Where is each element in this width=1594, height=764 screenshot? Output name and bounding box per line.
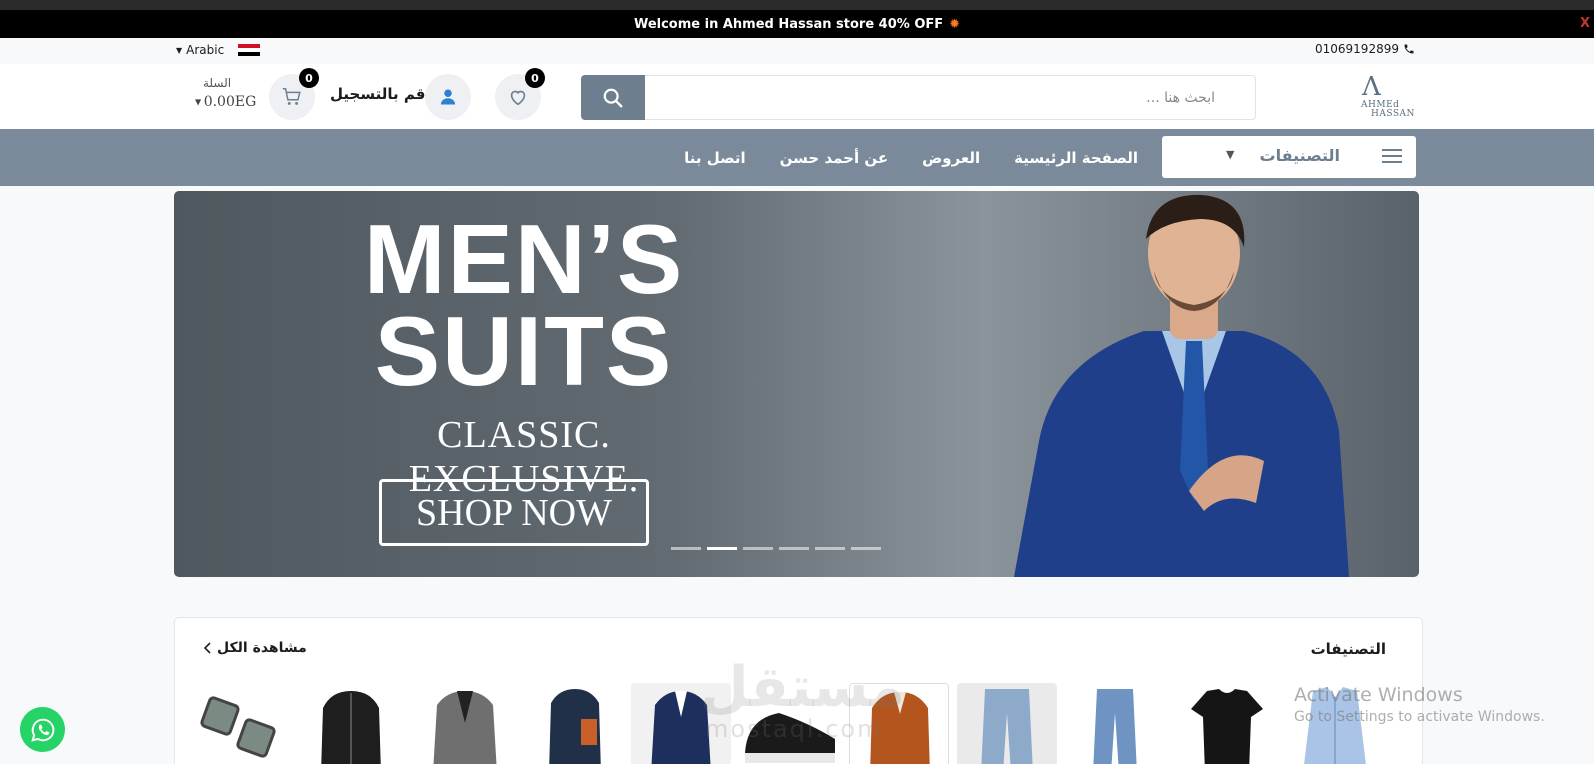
hero-title: MEN’S SUITS bbox=[354, 204, 694, 406]
hero-title-line1: MEN’S bbox=[363, 204, 685, 314]
search-bar bbox=[581, 75, 1256, 120]
language-selector[interactable]: ▼ Arabic bbox=[176, 43, 261, 57]
category-cufflinks[interactable] bbox=[195, 683, 295, 764]
blue-jeans-image bbox=[1093, 689, 1137, 764]
cufflinks-image bbox=[200, 696, 276, 758]
promo-banner: Welcome in Ahmed Hassan store 40% OFF ✹ … bbox=[0, 10, 1594, 38]
wishlist-count-badge: 0 bbox=[525, 68, 545, 88]
site-header: Ʌ AHMEd HASSAN 0 قم بالتسجيل 0 السلة ▼ 0… bbox=[0, 64, 1594, 129]
windows-activation-overlay: Activate Windows Go to Settings to activ… bbox=[1294, 684, 1545, 725]
cart-total-value: 0.00EG bbox=[203, 94, 257, 110]
nav-links: الصفحة الرئيسية العروض عن أحمد حسن اتصل … bbox=[684, 129, 1138, 186]
heart-icon bbox=[510, 90, 526, 106]
cart-count-badge: 0 bbox=[299, 68, 319, 88]
model-in-suit-image bbox=[1014, 194, 1349, 577]
nav-link-about[interactable]: عن أحمد حسن bbox=[780, 149, 888, 167]
promo-text: Welcome in Ahmed Hassan store 40% OFF bbox=[633, 16, 944, 32]
info-bar: ▼ Arabic 01069192899 bbox=[0, 38, 1594, 64]
nav-link-offers[interactable]: العروض bbox=[922, 149, 980, 167]
slide-dot[interactable] bbox=[815, 547, 845, 550]
search-button[interactable] bbox=[581, 75, 645, 120]
shop-now-button[interactable]: SHOP NOW bbox=[379, 479, 649, 546]
hero-title-line2: SUITS bbox=[374, 296, 674, 406]
hero-slider: MEN’S SUITS CLASSIC. EXCLUSIVE. SHOP NOW bbox=[174, 191, 1419, 577]
category-jackets[interactable] bbox=[301, 683, 401, 764]
main-navbar: التصنيفات ▼ الصفحة الرئيسية العروض عن أح… bbox=[0, 129, 1594, 186]
cart-icon bbox=[282, 88, 301, 105]
phone-contact[interactable]: 01069192899 bbox=[1315, 42, 1415, 56]
watermark-arabic: مستقل bbox=[700, 655, 905, 720]
categories-dropdown[interactable]: التصنيفات ▼ bbox=[1162, 136, 1416, 178]
promo-close-button[interactable]: X bbox=[1580, 16, 1590, 31]
grey-blazer-image bbox=[433, 691, 497, 764]
category-vests[interactable] bbox=[525, 683, 625, 764]
phone-icon bbox=[1404, 44, 1414, 54]
user-icon bbox=[440, 89, 456, 105]
category-blazers[interactable] bbox=[415, 683, 515, 764]
wishlist-button[interactable]: 0 bbox=[495, 68, 545, 120]
hamburger-icon bbox=[1382, 149, 1402, 163]
logo-line2: HASSAN bbox=[1371, 109, 1415, 119]
category-tshirts[interactable] bbox=[1177, 683, 1277, 764]
cart-label: السلة bbox=[203, 76, 232, 90]
watermark-latin: mostaql.com bbox=[705, 715, 883, 743]
search-input[interactable] bbox=[645, 75, 1256, 120]
ripped-jeans-image bbox=[981, 689, 1033, 764]
cart-total-dropdown[interactable]: ▼ 0.00EG bbox=[195, 94, 256, 110]
egypt-flag-icon bbox=[238, 43, 261, 57]
category-pants[interactable] bbox=[1065, 683, 1165, 764]
black-jacket-image bbox=[321, 691, 381, 764]
view-all-label: مشاهدة الكل bbox=[217, 640, 307, 656]
burst-icon: ✹ bbox=[949, 16, 961, 32]
account-button[interactable] bbox=[425, 74, 471, 120]
login-link[interactable]: قم بالتسجيل bbox=[330, 85, 425, 103]
logo-mark-icon: Ʌ bbox=[1362, 72, 1381, 102]
nav-link-contact[interactable]: اتصل بنا bbox=[684, 149, 746, 167]
slide-dot[interactable] bbox=[851, 547, 881, 550]
whatsapp-button[interactable] bbox=[20, 707, 65, 752]
slide-dot[interactable] bbox=[743, 547, 773, 550]
chevron-left-icon bbox=[203, 642, 211, 654]
slider-pagination bbox=[671, 547, 881, 550]
activation-title: Activate Windows bbox=[1294, 684, 1463, 706]
store-logo[interactable]: Ʌ AHMEd HASSAN bbox=[1356, 74, 1416, 122]
category-jeans[interactable] bbox=[957, 683, 1057, 764]
phone-number: 01069192899 bbox=[1315, 42, 1399, 56]
slide-dot[interactable] bbox=[779, 547, 809, 550]
caret-down-icon: ▼ bbox=[176, 45, 183, 55]
nav-link-home[interactable]: الصفحة الرئيسية bbox=[1014, 149, 1138, 167]
caret-down-icon: ▼ bbox=[1226, 148, 1235, 161]
cart-button[interactable]: 0 bbox=[269, 68, 319, 120]
view-all-link[interactable]: مشاهدة الكل bbox=[203, 640, 307, 656]
slide-dot[interactable] bbox=[671, 547, 701, 550]
browser-top-strip bbox=[0, 0, 1594, 10]
caret-down-icon: ▼ bbox=[195, 97, 204, 107]
whatsapp-icon bbox=[30, 718, 54, 742]
categories-section-title: التصنيفات bbox=[1310, 640, 1386, 658]
search-icon bbox=[603, 88, 623, 107]
activation-subtitle: Go to Settings to activate Windows. bbox=[1294, 709, 1545, 725]
categories-label: التصنيفات bbox=[1259, 146, 1340, 165]
black-tshirt-image bbox=[1191, 689, 1263, 764]
vest-image bbox=[549, 689, 601, 764]
language-label: Arabic bbox=[186, 43, 225, 57]
slide-dot-active[interactable] bbox=[707, 547, 737, 550]
